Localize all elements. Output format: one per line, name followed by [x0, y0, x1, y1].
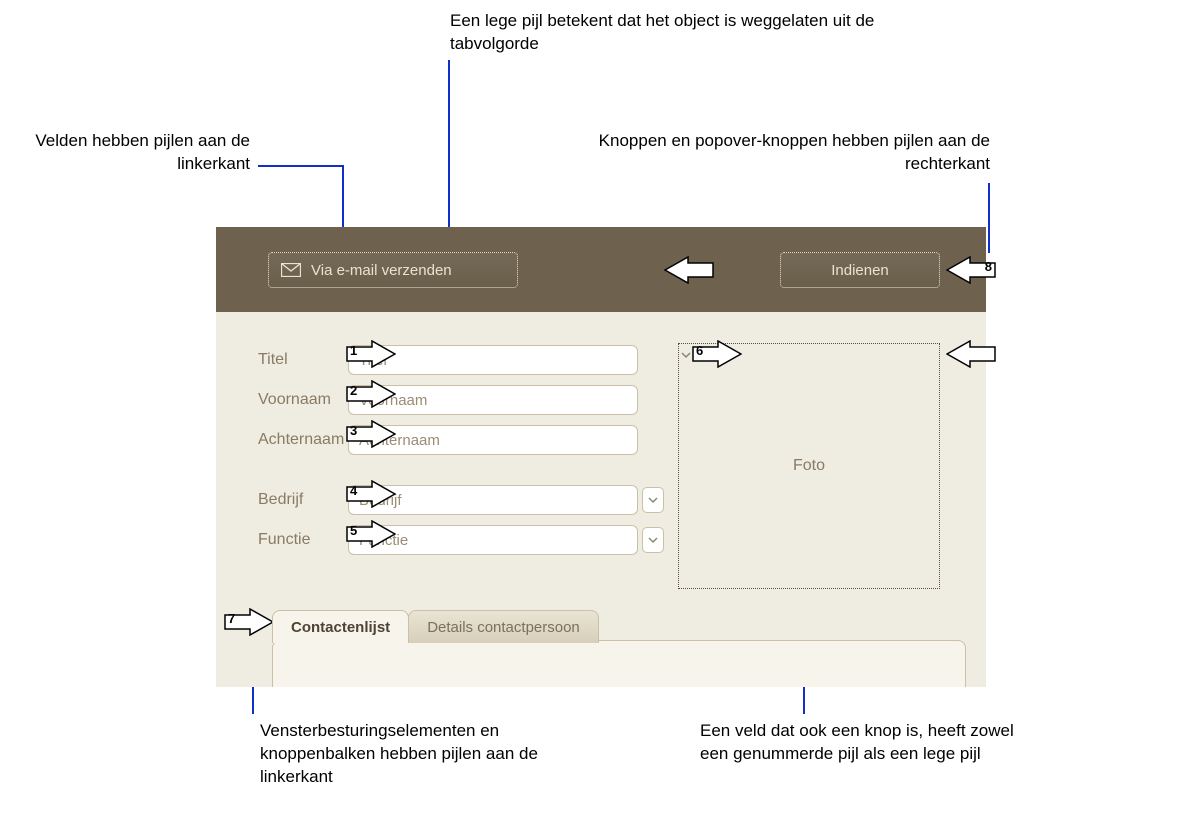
placeholder-text: Voornaam	[359, 392, 427, 409]
tab-label: Details contactpersoon	[427, 619, 580, 636]
submit-button-label: Indienen	[831, 262, 889, 279]
label-lastname: Achternaam	[258, 431, 348, 449]
tab-details[interactable]: Details contactpersoon	[408, 610, 599, 643]
input-firstname[interactable]: Voornaam	[348, 385, 638, 415]
submit-button[interactable]: Indienen	[780, 252, 940, 288]
callout-empty-arrow: Een lege pijl betekent dat het object is…	[450, 10, 880, 56]
tab-contacts[interactable]: Contactenlijst	[272, 610, 409, 643]
email-button-label: Via e-mail verzenden	[311, 262, 452, 279]
input-company[interactable]: Bedrijf	[348, 485, 638, 515]
callout-fields-left: Velden hebben pijlen aan de linkerkant	[30, 130, 250, 176]
callout-field-button: Een veld dat ook een knop is, heeft zowe…	[700, 720, 1020, 766]
tab-panel	[272, 640, 966, 687]
placeholder-text: Achternaam	[359, 432, 440, 449]
dropdown-company[interactable]	[642, 487, 664, 513]
leader-line	[258, 165, 342, 167]
placeholder-text: Functie	[359, 532, 408, 549]
callout-window-controls: Vensterbesturingselementen en knoppenbal…	[260, 720, 560, 789]
chevron-down-icon	[677, 348, 695, 362]
tab-bar: Contactenlijst Details contactpersoon	[272, 610, 598, 643]
label-company: Bedrijf	[258, 491, 348, 509]
label-firstname: Voornaam	[258, 391, 348, 409]
mail-icon	[281, 263, 301, 277]
placeholder-text: Bedrijf	[359, 492, 402, 509]
photo-container[interactable]: Foto	[678, 343, 940, 589]
email-button[interactable]: Via e-mail verzenden	[268, 252, 518, 288]
input-jobtitle[interactable]: Functie	[348, 525, 638, 555]
input-lastname[interactable]: Achternaam	[348, 425, 638, 455]
input-title[interactable]: Titel	[348, 345, 638, 375]
callout-buttons-right: Knoppen en popover-knoppen hebben pijlen…	[580, 130, 990, 176]
leader-line	[988, 183, 990, 253]
label-title: Titel	[258, 351, 348, 369]
label-jobtitle: Functie	[258, 531, 348, 549]
tab-label: Contactenlijst	[291, 619, 390, 636]
leader-line	[690, 730, 696, 732]
panel-header: Via e-mail verzenden Indienen	[216, 227, 986, 312]
layout-panel: Via e-mail verzenden Indienen Titel Tite…	[216, 227, 986, 687]
placeholder-text: Titel	[359, 352, 387, 369]
photo-label: Foto	[793, 457, 825, 475]
dropdown-jobtitle[interactable]	[642, 527, 664, 553]
